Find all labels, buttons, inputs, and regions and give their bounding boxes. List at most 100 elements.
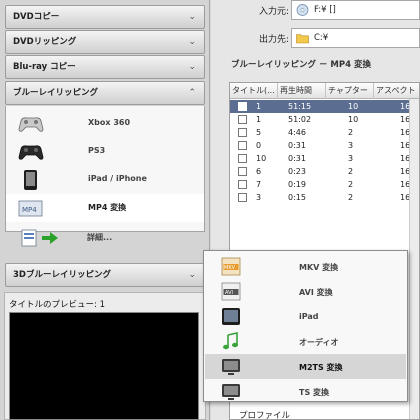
cell-duration: 0:15 — [288, 193, 306, 202]
folder-icon — [296, 34, 309, 44]
menu-item-avi[interactable]: AVI AVI 変換 — [205, 279, 406, 304]
table-row[interactable]: 30:15216:9 — [230, 191, 419, 204]
item-ipad-iphone[interactable]: iPad / iPhone — [6, 166, 204, 194]
section-label: DVDコピー — [13, 12, 60, 22]
menu-item-label: iPad — [299, 312, 319, 321]
table-row[interactable]: 54:46216:9 — [230, 126, 419, 139]
table-header: タイトル(... 再生時間 チャプター アスペクト — [230, 83, 419, 99]
vertical-scrollbar[interactable] — [409, 99, 419, 419]
bluray-ripping-items: Xbox 360 PS3 iPad / iPhone MP4 MP4 変換 — [5, 106, 205, 232]
column-duration[interactable]: 再生時間 — [278, 83, 326, 99]
output-value: C:¥ — [314, 33, 329, 43]
menu-item-mkv[interactable]: MKV MKV 変換 — [205, 254, 406, 279]
chevron-down-icon: ⌄ — [188, 12, 196, 22]
preview-video — [9, 312, 199, 420]
item-label: iPad / iPhone — [88, 174, 147, 183]
row-checkbox[interactable] — [238, 141, 247, 150]
section-label: ブルーレイリッピング — [13, 88, 99, 98]
menu-item-label: MKV 変換 — [299, 263, 339, 272]
input-value: F:¥ [] — [314, 5, 336, 15]
table-row[interactable]: 100:31316:9 — [230, 152, 419, 165]
cell-duration: 0:19 — [288, 180, 306, 189]
cell-chapters: 2 — [348, 128, 354, 137]
chevron-down-icon: ⌄ — [188, 270, 196, 280]
advanced-arrow-icon — [21, 229, 58, 247]
tv-icon — [222, 359, 240, 375]
cell-duration: 51:02 — [288, 115, 312, 124]
chevron-down-icon: ⌄ — [188, 37, 196, 47]
item-xbox360[interactable]: Xbox 360 — [6, 110, 204, 138]
cell-duration: 0:31 — [288, 154, 306, 163]
item-label: Xbox 360 — [88, 118, 131, 127]
cell-title: 6 — [256, 167, 262, 176]
cell-chapters: 2 — [348, 193, 354, 202]
cell-duration: 0:23 — [288, 167, 306, 176]
cell-chapters: 3 — [348, 154, 354, 163]
item-ps3[interactable]: PS3 — [6, 138, 204, 166]
row-checkbox[interactable] — [238, 180, 247, 189]
menu-item-ipad[interactable]: iPad — [205, 304, 406, 329]
section-bluray-copy[interactable]: Blu-ray コピー ⌄ — [5, 55, 205, 79]
cell-chapters: 10 — [348, 102, 359, 111]
cell-title: 0 — [256, 141, 262, 150]
output-dest-field[interactable]: C:¥ — [291, 28, 420, 48]
column-chapters[interactable]: チャプター — [326, 83, 374, 99]
menu-item-label: オーディオ — [299, 338, 339, 347]
cell-chapters: 10 — [348, 115, 359, 124]
row-checkbox[interactable] — [238, 193, 247, 202]
section-label: Blu-ray コピー — [13, 62, 76, 72]
table-row[interactable]: 60:23216:9 — [230, 165, 419, 178]
section-label: DVDリッピング — [13, 37, 77, 47]
input-label: 入力元: — [259, 7, 290, 17]
section-bluray-ripping[interactable]: ブルーレイリッピング ⌃ — [5, 81, 205, 105]
row-checkbox[interactable] — [238, 102, 247, 111]
output-label: 出力先: — [259, 35, 290, 45]
row-checkbox[interactable] — [238, 154, 247, 163]
row-checkbox[interactable] — [238, 115, 247, 124]
menu-item-m2ts[interactable]: M2TS 変換 — [205, 354, 406, 379]
preview-label: タイトルのプレビュー: 1 — [9, 300, 105, 310]
menu-item-label: AVI 変換 — [299, 288, 333, 297]
cell-title: 1 — [256, 102, 262, 111]
section-title: ブルーレイリッピング － MP4 変換 — [231, 60, 371, 70]
table-row[interactable]: 70:19216:9 — [230, 178, 419, 191]
disc-icon — [296, 4, 309, 16]
item-label: 詳細... — [87, 233, 113, 242]
item-advanced-row[interactable]: 詳細... — [5, 224, 203, 252]
table-row[interactable]: 151:151016:9 — [230, 100, 419, 113]
tv-icon — [222, 384, 240, 400]
cell-title: 3 — [256, 193, 262, 202]
gamepad-icon — [18, 117, 44, 132]
cell-duration: 4:46 — [288, 128, 306, 137]
menu-item-audio[interactable]: オーディオ — [205, 329, 406, 354]
column-title[interactable]: タイトル(... — [230, 83, 278, 99]
column-aspect[interactable]: アスペクト — [374, 83, 419, 99]
chevron-down-icon: ⌄ — [188, 62, 196, 72]
mkv-file-icon: MKV — [221, 257, 241, 276]
menu-item-label: TS 変換 — [299, 388, 330, 397]
section-dvd-ripping[interactable]: DVDリッピング ⌄ — [5, 30, 205, 54]
section-3d-bluray-ripping[interactable]: 3Dブルーレイリッピング ⌄ — [5, 263, 205, 287]
conversion-popup-menu: MKV MKV 変換 AVI AVI 変換 iPad オーディオ M2TS 変換… — [203, 250, 408, 402]
profile-label: プロファイル — [239, 411, 291, 420]
cell-title: 7 — [256, 180, 262, 189]
cell-duration: 51:15 — [288, 102, 312, 111]
cell-chapters: 2 — [348, 180, 354, 189]
cell-title: 5 — [256, 128, 262, 137]
avi-file-icon: AVI — [221, 282, 241, 301]
table-row[interactable]: 151:021016:9 — [230, 113, 419, 126]
item-label: PS3 — [88, 146, 106, 155]
section-dvd-copy[interactable]: DVDコピー ⌄ — [5, 5, 205, 29]
row-checkbox[interactable] — [238, 128, 247, 137]
cell-duration: 0:31 — [288, 141, 306, 150]
ipad-icon — [222, 308, 240, 325]
row-checkbox[interactable] — [238, 167, 247, 176]
audio-note-icon — [223, 332, 238, 350]
table-row[interactable]: 00:31316:9 — [230, 139, 419, 152]
menu-item-ts[interactable]: TS 変換 — [205, 379, 406, 404]
section-label: 3Dブルーレイリッピング — [13, 270, 111, 280]
cell-chapters: 2 — [348, 167, 354, 176]
menu-item-label: M2TS 変換 — [299, 363, 343, 372]
input-source-field[interactable]: F:¥ [] — [291, 0, 420, 20]
ps3-controller-icon — [18, 145, 44, 160]
